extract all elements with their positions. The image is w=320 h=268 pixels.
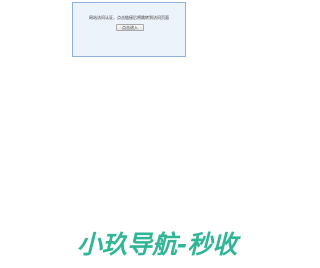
verification-message: 网站访问认证，点击链接后将跳转到访问页面 [89, 15, 169, 20]
enter-button[interactable]: 点击进入 [116, 24, 144, 31]
page: 网站访问认证，点击链接后将跳转到访问页面 点击进入 小玖导航-秒收 [0, 0, 258, 268]
verification-dialog: 网站访问认证，点击链接后将跳转到访问页面 点击进入 [72, 2, 186, 57]
watermark-logo-text: 小玖导航-秒收 [77, 230, 238, 259]
